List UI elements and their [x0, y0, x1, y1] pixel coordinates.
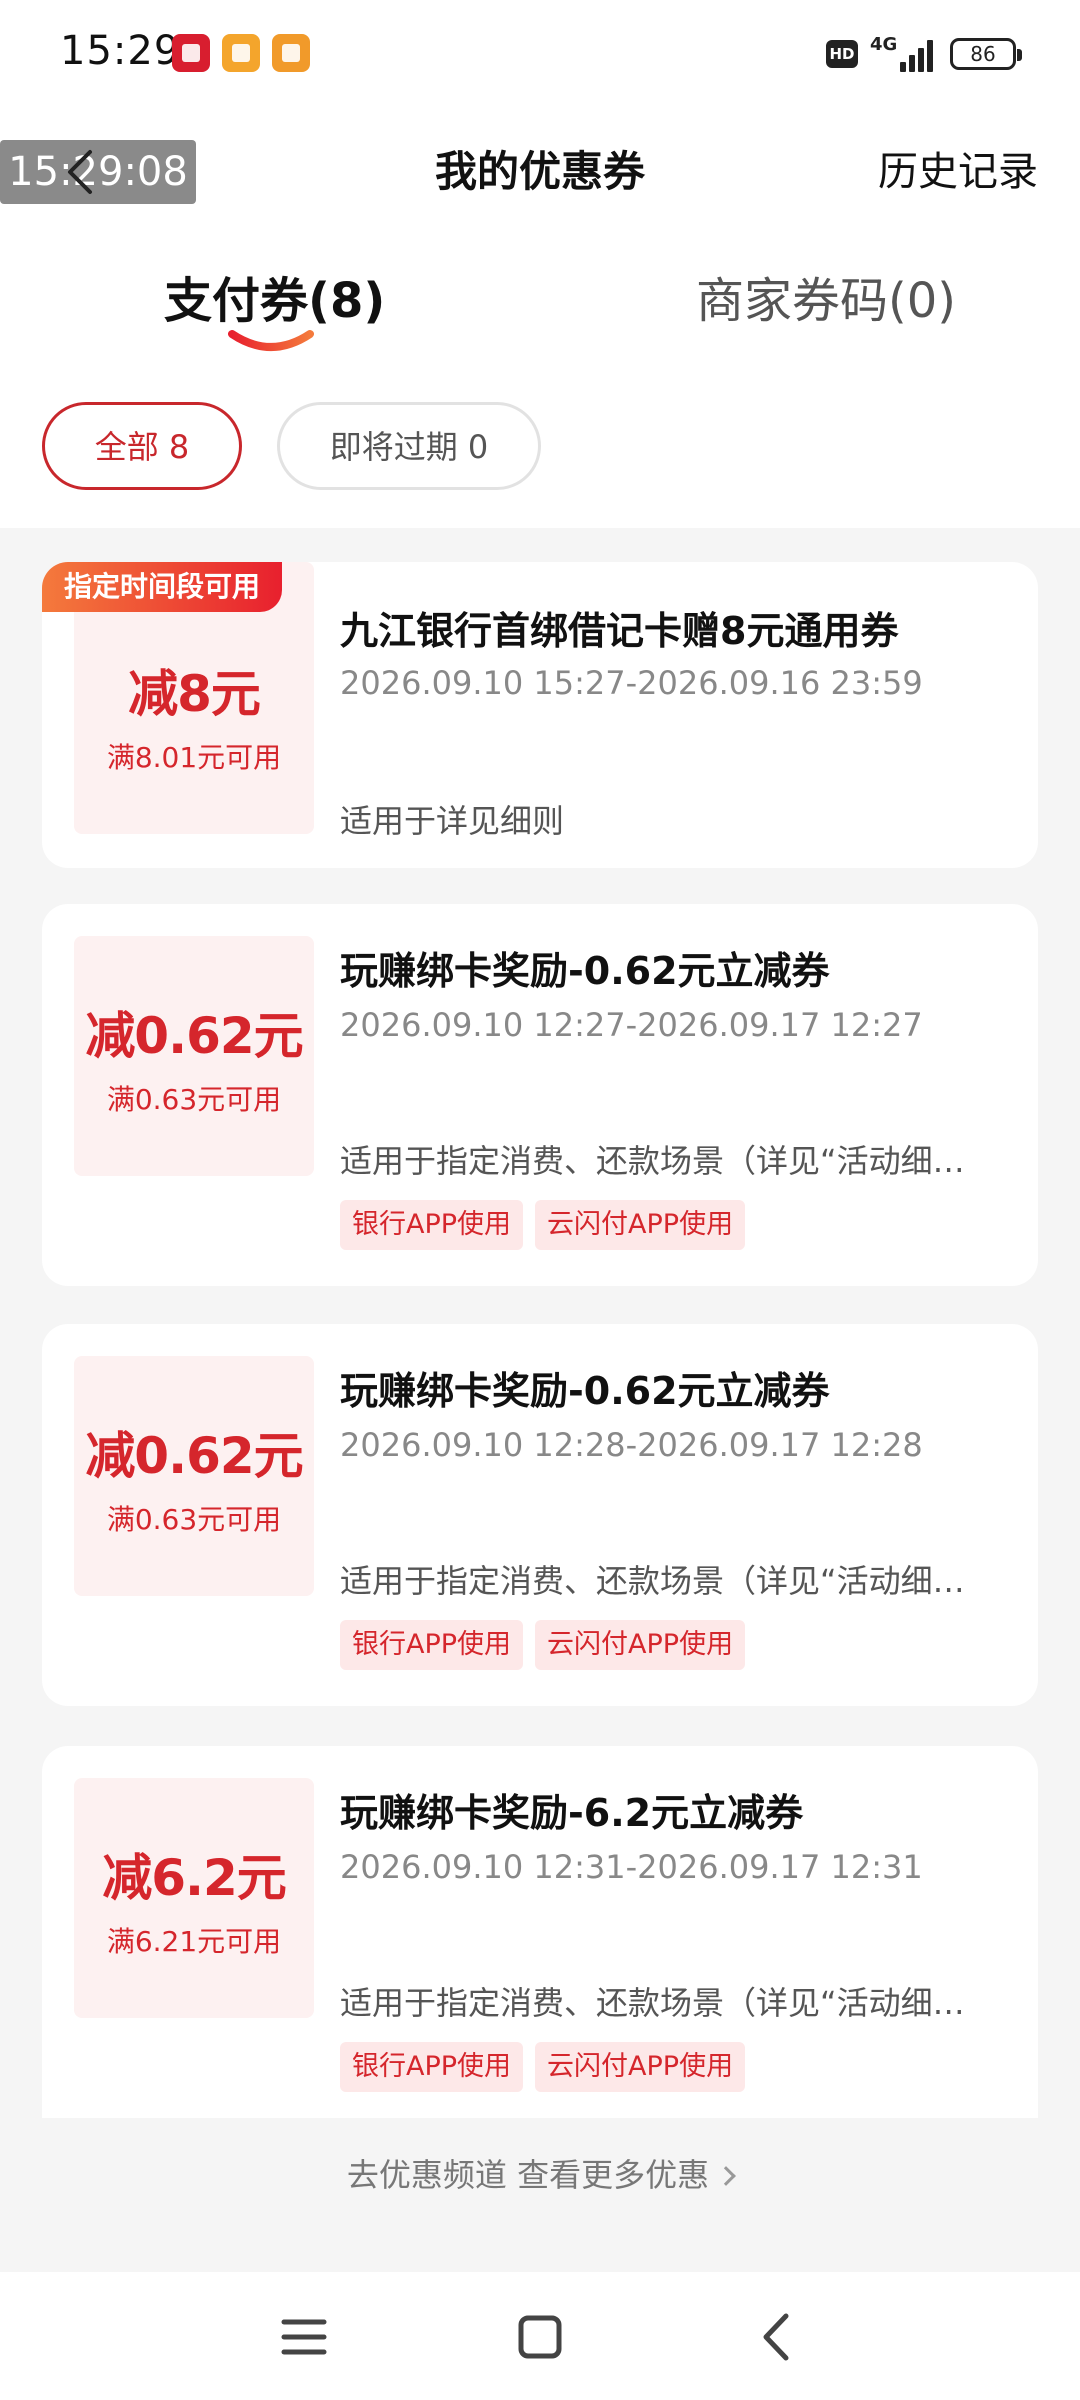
filter-expiring-chip[interactable]: 即将过期 0 [277, 402, 541, 490]
coupon-validity-period: 2026.09.10 12:31-2026.09.17 12:31 [340, 1848, 923, 1886]
system-nav-bar [0, 2272, 1080, 2400]
coupon-threshold: 满8.01元可用 [106, 741, 282, 774]
coupon-tags: 银行APP使用 云闪付APP使用 [340, 1620, 757, 1670]
coupon-amount: 减6.2元 [102, 1849, 287, 1907]
coupon-tags: 银行APP使用 云闪付APP使用 [340, 1200, 757, 1250]
home-square-icon[interactable] [510, 2312, 570, 2362]
hd-icon: HD [826, 40, 858, 68]
signal-icon [900, 38, 940, 72]
status-bar: 15:29 HD 4G 86 [0, 0, 1080, 110]
coupon-card[interactable]: 指定时间段可用 减8元 满8.01元可用 九江银行首绑借记卡赠8元通用券 202… [42, 562, 1038, 868]
history-record-link[interactable]: 历史记录 [878, 140, 1038, 204]
back-triangle-icon[interactable] [748, 2312, 808, 2362]
coupon-tags: 银行APP使用 云闪付APP使用 [340, 2042, 757, 2092]
more-offers-text: 去优惠频道 查看更多优惠 [346, 2156, 710, 2194]
coupon-threshold: 满0.63元可用 [106, 1083, 282, 1116]
more-offers-link[interactable]: 去优惠频道 查看更多优惠 [0, 2150, 1080, 2196]
coupon-validity-period: 2026.09.10 15:27-2026.09.16 23:59 [340, 664, 923, 702]
coupon-amount: 减0.62元 [85, 1007, 303, 1065]
coupon-scope: 适用于指定消费、还款场景（详见“活动细… [340, 1984, 965, 2022]
coupon-card[interactable]: 减6.2元 满6.21元可用 玩赚绑卡奖励-6.2元立减券 2026.09.10… [42, 1746, 1038, 2118]
tag-bank-app: 银行APP使用 [340, 1200, 524, 1250]
menu-icon[interactable] [274, 2312, 334, 2362]
tag-unionpay-app: 云闪付APP使用 [535, 1620, 746, 1670]
tag-unionpay-app: 云闪付APP使用 [535, 2042, 746, 2092]
unionpay-app-icon [172, 34, 210, 72]
coupon-scope: 适用于指定消费、还款场景（详见“活动细… [340, 1142, 965, 1180]
time-limited-badge: 指定时间段可用 [42, 562, 283, 612]
coupon-scope: 适用于指定消费、还款场景（详见“活动细… [340, 1562, 965, 1600]
status-time: 15:29 [60, 28, 181, 74]
tag-bank-app: 银行APP使用 [340, 1620, 524, 1670]
coupon-validity-period: 2026.09.10 12:28-2026.09.17 12:28 [340, 1426, 923, 1464]
coupon-amount-panel: 减0.62元 满0.63元可用 [74, 1356, 314, 1596]
notes-app-icon [222, 34, 260, 72]
coupon-amount-panel: 减0.62元 满0.63元可用 [74, 936, 314, 1176]
coupon-card[interactable]: 减0.62元 满0.63元可用 玩赚绑卡奖励-0.62元立减券 2026.09.… [42, 1324, 1038, 1706]
coupon-title: 玩赚绑卡奖励-0.62元立减券 [340, 1369, 830, 1413]
filter-all-chip[interactable]: 全部 8 [42, 402, 242, 490]
coupon-amount: 减0.62元 [85, 1427, 303, 1485]
coupon-title: 九江银行首绑借记卡赠8元通用券 [340, 609, 899, 653]
shield-app-icon [272, 34, 310, 72]
coupon-card[interactable]: 减0.62元 满0.63元可用 玩赚绑卡奖励-0.62元立减券 2026.09.… [42, 904, 1038, 1286]
chevron-right-icon [716, 2166, 736, 2186]
coupon-amount: 减8元 [128, 665, 261, 723]
coupon-threshold: 满6.21元可用 [106, 1925, 282, 1958]
coupon-amount-panel: 减6.2元 满6.21元可用 [74, 1778, 314, 2018]
coupon-validity-period: 2026.09.10 12:27-2026.09.17 12:27 [340, 1006, 923, 1044]
tag-unionpay-app: 云闪付APP使用 [535, 1200, 746, 1250]
network-type: 4G [870, 34, 898, 55]
coupon-title: 玩赚绑卡奖励-0.62元立减券 [340, 949, 830, 993]
tag-bank-app: 银行APP使用 [340, 2042, 524, 2092]
coupon-scope: 适用于详见细则 [340, 802, 565, 840]
tab-merchant-codes[interactable]: 商家券码(0) [696, 266, 956, 336]
coupon-title: 玩赚绑卡奖励-6.2元立减券 [340, 1791, 804, 1835]
tab-active-indicator [228, 330, 314, 351]
battery-icon: 86 [950, 38, 1022, 70]
coupon-threshold: 满0.63元可用 [106, 1503, 282, 1536]
